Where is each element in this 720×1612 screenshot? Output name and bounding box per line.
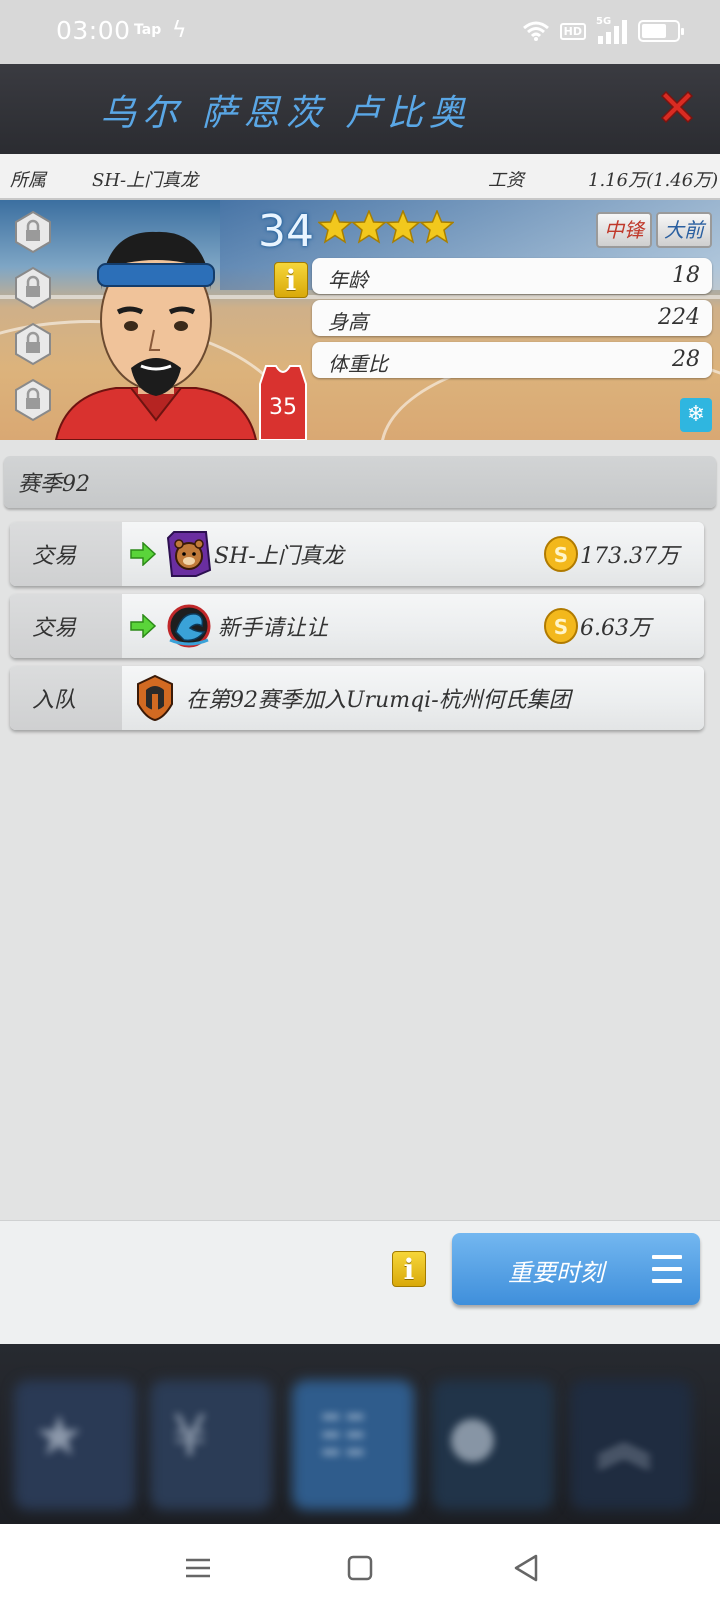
position-tag-center[interactable]: 中锋	[596, 212, 652, 248]
stat-label: 年龄	[328, 268, 368, 292]
star-rating	[318, 210, 454, 244]
star-icon: ★	[34, 1404, 85, 1469]
season-label: 赛季92	[18, 472, 90, 497]
star-icon	[318, 210, 352, 244]
battery-icon	[638, 20, 684, 42]
stat-value: 18	[672, 263, 700, 288]
player-card: 35 34 中锋 大前 i 年龄 18 身高 224 体重比 28 ❄	[0, 200, 720, 440]
jersey-number: 35	[269, 395, 297, 420]
key-moments-button[interactable]: 重要时刻	[452, 1233, 700, 1305]
player-avatar	[54, 231, 258, 440]
star-icon	[420, 210, 454, 244]
player-name: 乌尔 萨恩茨 卢比奥	[100, 93, 471, 134]
transfer-fee: 6.63万	[580, 616, 651, 641]
salary-label: 工资	[488, 170, 524, 191]
spartan-logo-icon	[137, 674, 173, 722]
career-history-panel: 赛季92 交易 SH-上门真龙 S 173.37万 交易 新手请让让 S 6.6…	[0, 440, 720, 1220]
stat-value: 28	[672, 347, 700, 372]
team-value: SH-上门真龙	[92, 170, 199, 191]
gold-coin-icon: S	[544, 536, 578, 572]
team-name: 新手请让让	[218, 616, 329, 641]
stat-age: 年龄 18	[312, 258, 712, 294]
svg-text:S: S	[554, 543, 568, 567]
event-type: 交易	[32, 544, 77, 569]
nav-tab-finance[interactable]	[150, 1380, 272, 1510]
panel-footer: i 重要时刻	[0, 1220, 720, 1344]
history-event-row[interactable]: 交易 SH-上门真龙 S 173.37万	[10, 522, 704, 586]
wifi-icon	[522, 21, 549, 41]
salary-value: 1.16万(1.46万)	[588, 170, 719, 191]
info-icon[interactable]: i	[392, 1251, 426, 1287]
chat-bubble-icon: ●	[448, 1404, 497, 1469]
tap-app-indicator: Tap	[134, 22, 162, 38]
system-navigation-bar	[0, 1524, 720, 1612]
star-icon	[386, 210, 420, 244]
info-icon[interactable]: i	[274, 262, 308, 298]
cell-signal-icon: 5G	[596, 16, 628, 44]
event-description: 在第92赛季加入Urumqi-杭州何氏集团	[186, 688, 571, 713]
yen-icon: ¥	[172, 1404, 208, 1469]
back-icon[interactable]	[506, 1548, 546, 1588]
star-icon	[352, 210, 386, 244]
svg-text:S: S	[554, 615, 568, 639]
stat-weight-ratio: 体重比 28	[312, 342, 712, 378]
clock: 03:00	[56, 16, 131, 45]
stat-label: 体重比	[328, 352, 388, 376]
green-arrow-icon	[130, 542, 156, 566]
home-icon[interactable]	[340, 1548, 380, 1588]
history-event-row[interactable]: 交易 新手请让让 S 6.63万	[10, 594, 704, 658]
hd-badge: HD	[559, 22, 586, 40]
stat-label: 身高	[328, 310, 368, 334]
recent-apps-icon[interactable]	[178, 1548, 218, 1588]
transfer-fee: 173.37万	[580, 544, 679, 569]
menu-icon	[652, 1255, 682, 1283]
gold-coin-icon: S	[544, 608, 578, 644]
dragon-logo-icon	[167, 604, 211, 648]
bear-logo-icon	[166, 531, 212, 577]
charging-bolt-icon: ϟ	[172, 18, 187, 43]
season-header: 赛季92	[4, 456, 716, 508]
roster-icon: ☷	[318, 1404, 369, 1469]
key-moments-label: 重要时刻	[508, 1259, 604, 1287]
stat-height: 身高 224	[312, 300, 712, 336]
snowflake-icon[interactable]: ❄	[680, 398, 712, 432]
jersey-icon: 35	[259, 365, 307, 440]
contract-info-bar: 所属 SH-上门真龙 工资 1.16万(1.46万)	[0, 154, 720, 200]
team-label: 所属	[10, 170, 46, 191]
double-chevron-up-icon: ︽	[596, 1413, 652, 1478]
network-type-label: 5G	[596, 16, 612, 27]
status-bar: 03:00 Tap ϟ HD 5G	[0, 0, 720, 64]
event-type: 交易	[32, 616, 77, 641]
event-type: 入队	[32, 688, 77, 713]
history-event-row[interactable]: 入队 在第92赛季加入Urumqi-杭州何氏集团	[10, 666, 704, 730]
green-arrow-icon	[130, 614, 156, 638]
status-icons: HD 5G	[522, 16, 684, 44]
position-tag-power-forward[interactable]: 大前	[656, 212, 712, 248]
close-icon[interactable]	[656, 86, 698, 128]
overall-rating: 34	[258, 206, 314, 257]
stat-value: 224	[658, 305, 700, 330]
team-name: SH-上门真龙	[214, 544, 344, 569]
player-header: 乌尔 萨恩茨 卢比奥	[0, 64, 720, 154]
game-bottom-nav: ★ ¥ ☷ ● ︽	[0, 1344, 720, 1524]
